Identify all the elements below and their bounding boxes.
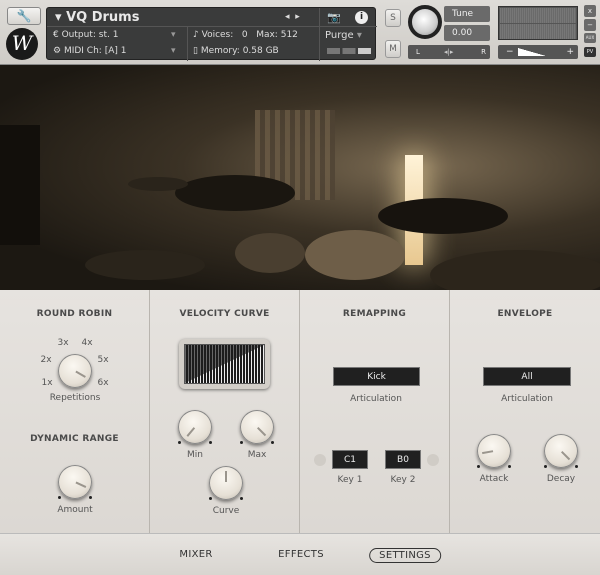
min-knob[interactable] xyxy=(178,410,212,444)
instrument-info-panel: ▾ VQ Drums ◂ ▸ 📷 i € Output: st. 1 ▾ ⚙ M… xyxy=(46,7,376,60)
solo-button[interactable]: S xyxy=(385,9,401,27)
max-label: Max xyxy=(248,450,267,460)
rr-option-1x[interactable]: 1x xyxy=(41,378,52,388)
dropdown-arrow-icon[interactable]: ▾ xyxy=(55,10,66,25)
envelope-panel: ENVELOPE All Articulation Attack Decay xyxy=(450,290,600,533)
key1-label: Key 1 xyxy=(338,475,363,485)
wrench-icon-button[interactable]: 🔧 xyxy=(7,7,41,25)
purge-button[interactable]: Purge ▾ xyxy=(325,30,362,41)
minimize-button[interactable]: − xyxy=(584,19,596,31)
key1-selector[interactable]: C1 xyxy=(332,450,368,469)
bottom-tab-bar: MIXER EFFECTS SETTINGS xyxy=(0,533,600,575)
rr-option-4x[interactable]: 4x xyxy=(81,338,92,348)
purge-indicator xyxy=(327,48,371,54)
learn-key1-icon[interactable] xyxy=(314,454,326,466)
articulation-label: Articulation xyxy=(350,394,402,404)
attack-label: Attack xyxy=(480,474,509,484)
amount-label: Amount xyxy=(57,505,92,515)
brand-logo: W xyxy=(6,28,38,60)
attack-knob[interactable] xyxy=(477,434,511,468)
pan-slider[interactable]: L◂|▸R xyxy=(408,45,490,59)
instrument-name[interactable]: ▾ VQ Drums xyxy=(55,10,139,25)
remapping-title: REMAPPING xyxy=(300,309,449,319)
round-robin-title: ROUND ROBIN xyxy=(0,309,149,319)
decay-label: Decay xyxy=(547,474,575,484)
midi-channel-selector[interactable]: ⚙ MIDI Ch: [A] 1 xyxy=(53,46,126,56)
instrument-header: 🔧 W ▾ VQ Drums ◂ ▸ 📷 i € Output: st. 1 ▾… xyxy=(0,0,600,65)
repetitions-label: Repetitions xyxy=(50,393,101,403)
volume-slider[interactable]: −+ xyxy=(498,45,578,59)
memory-readout: ▯ Memory: 0.58 GB xyxy=(193,46,279,56)
key2-selector[interactable]: B0 xyxy=(385,450,421,469)
max-knob[interactable] xyxy=(240,410,274,444)
decay-knob[interactable] xyxy=(544,434,578,468)
output-selector[interactable]: € Output: st. 1 xyxy=(53,30,118,40)
velocity-curve-title: VELOCITY CURVE xyxy=(150,309,299,319)
envelope-title: ENVELOPE xyxy=(450,309,600,319)
round-robin-panel: ROUND ROBIN 1x 2x 3x 4x 5x 6x Repetition… xyxy=(0,290,150,533)
voices-readout: ♪ Voices: 0 Max: 512 xyxy=(193,30,298,40)
tune-value[interactable]: 0.00 xyxy=(444,25,490,41)
dynamic-range-title: DYNAMIC RANGE xyxy=(0,434,149,444)
level-meter xyxy=(498,6,578,40)
key2-label: Key 2 xyxy=(391,475,416,485)
info-icon[interactable]: i xyxy=(355,11,368,24)
learn-key2-icon[interactable] xyxy=(427,454,439,466)
drum-room-image xyxy=(0,65,600,290)
rr-option-2x[interactable]: 2x xyxy=(40,355,51,365)
tune-knob[interactable] xyxy=(408,5,442,39)
velocity-curve-display xyxy=(179,339,270,389)
min-label: Min xyxy=(187,450,203,460)
repetitions-knob[interactable] xyxy=(58,354,92,388)
rr-option-3x[interactable]: 3x xyxy=(57,338,68,348)
curve-label: Curve xyxy=(213,506,240,516)
envelope-articulation-selector[interactable]: All xyxy=(483,367,571,386)
remapping-panel: REMAPPING Kick Articulation C1 Key 1 B0 … xyxy=(300,290,450,533)
amount-knob[interactable] xyxy=(58,465,92,499)
camera-icon[interactable]: 📷 xyxy=(327,11,341,24)
articulation-selector[interactable]: Kick xyxy=(333,367,420,386)
tune-label: Tune xyxy=(444,6,490,22)
rr-option-6x[interactable]: 6x xyxy=(97,378,108,388)
curve-knob[interactable] xyxy=(209,466,243,500)
dropdown-arrow-icon[interactable]: ▾ xyxy=(171,46,176,56)
envelope-articulation-label: Articulation xyxy=(501,394,553,404)
close-button[interactable]: x xyxy=(584,5,596,17)
rr-option-5x[interactable]: 5x xyxy=(97,355,108,365)
pv-button[interactable]: PV xyxy=(584,47,596,57)
tab-effects[interactable]: EFFECTS xyxy=(269,548,333,561)
prev-next-arrows-icon[interactable]: ◂ ▸ xyxy=(285,12,300,22)
velocity-curve-panel: VELOCITY CURVE Min Max Curve xyxy=(150,290,300,533)
aux-button[interactable]: AUX xyxy=(584,33,596,43)
mute-button[interactable]: M xyxy=(385,40,401,58)
tab-mixer[interactable]: MIXER xyxy=(170,548,221,561)
tab-settings[interactable]: SETTINGS xyxy=(369,548,441,563)
dropdown-arrow-icon[interactable]: ▾ xyxy=(171,30,176,40)
